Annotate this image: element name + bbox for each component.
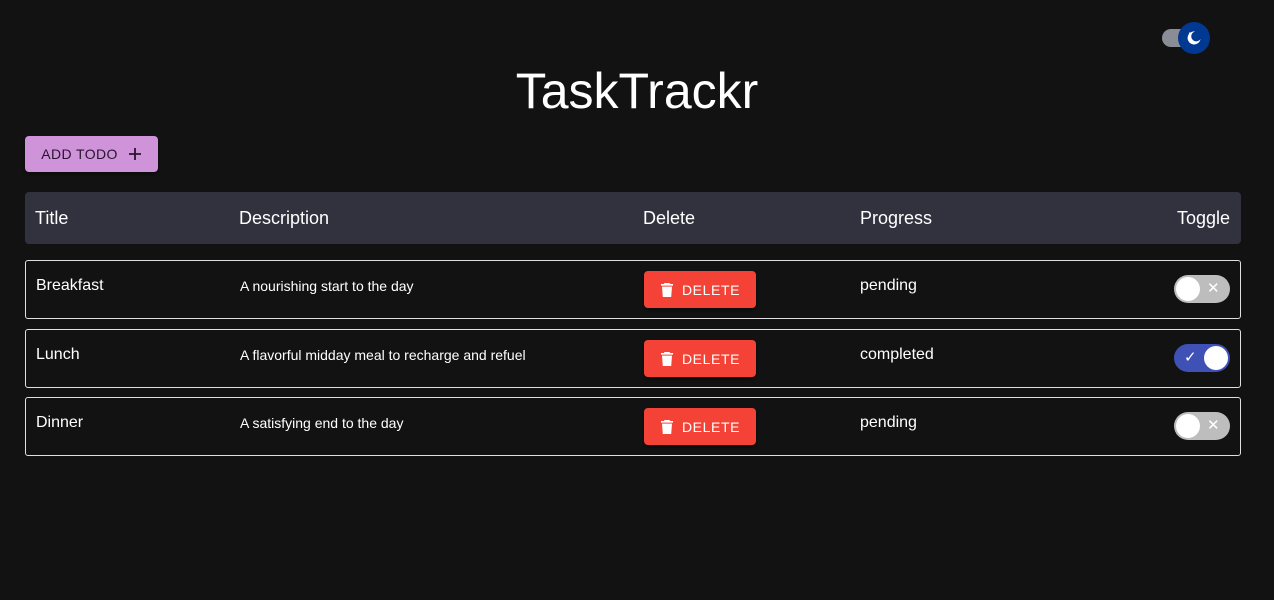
delete-label: DELETE xyxy=(681,350,741,367)
row-title: Dinner xyxy=(36,414,84,431)
toggle-knob xyxy=(1176,414,1200,438)
row-title: Breakfast xyxy=(36,277,104,294)
theme-toggle[interactable] xyxy=(1162,22,1210,54)
trash-icon xyxy=(660,419,673,434)
toggle-knob xyxy=(1176,277,1200,301)
moon-icon xyxy=(1187,31,1201,45)
x-icon: ✕ xyxy=(1207,280,1220,297)
table-row: Breakfast A nourishing start to the day … xyxy=(25,260,1241,319)
header-progress: Progress xyxy=(860,208,933,228)
delete-button[interactable]: DELETE xyxy=(644,408,756,445)
delete-button[interactable]: DELETE xyxy=(644,271,756,308)
row-progress: pending xyxy=(860,414,917,431)
row-progress: completed xyxy=(860,346,934,363)
delete-label: DELETE xyxy=(681,418,741,435)
table-row: Lunch A flavorful midday meal to recharg… xyxy=(25,329,1241,388)
row-description: A flavorful midday meal to recharge and … xyxy=(240,347,526,363)
header-title: Title xyxy=(35,208,69,228)
app-title: TaskTrackr xyxy=(515,63,759,119)
plus-icon xyxy=(128,148,141,160)
row-toggle[interactable]: ✕ xyxy=(1174,275,1230,303)
header-toggle: Toggle xyxy=(1176,208,1230,228)
add-todo-button[interactable]: ADD TODO xyxy=(25,136,158,172)
row-description: A satisfying end to the day xyxy=(240,415,404,431)
row-toggle[interactable]: ✕ xyxy=(1174,412,1230,440)
table-row: Dinner A satisfying end to the day DELET… xyxy=(25,397,1241,456)
trash-icon xyxy=(660,282,673,297)
trash-icon xyxy=(660,351,673,366)
toggle-knob xyxy=(1204,346,1228,370)
row-toggle[interactable]: ✓ xyxy=(1174,344,1230,372)
theme-toggle-thumb xyxy=(1178,22,1210,54)
row-progress: pending xyxy=(860,277,917,294)
header-description: Description xyxy=(239,208,330,228)
app-page: TaskTrackr ADD TODO Title Description De… xyxy=(0,0,1274,600)
row-title: Lunch xyxy=(36,346,80,363)
add-todo-label: ADD TODO xyxy=(41,146,118,162)
header-delete: Delete xyxy=(643,208,696,228)
table-header: Title Description Delete Progress Toggle xyxy=(25,192,1241,244)
delete-label: DELETE xyxy=(681,281,741,298)
check-icon: ✓ xyxy=(1184,349,1197,366)
row-description: A nourishing start to the day xyxy=(240,278,414,294)
x-icon: ✕ xyxy=(1207,417,1220,434)
delete-button[interactable]: DELETE xyxy=(644,340,756,377)
